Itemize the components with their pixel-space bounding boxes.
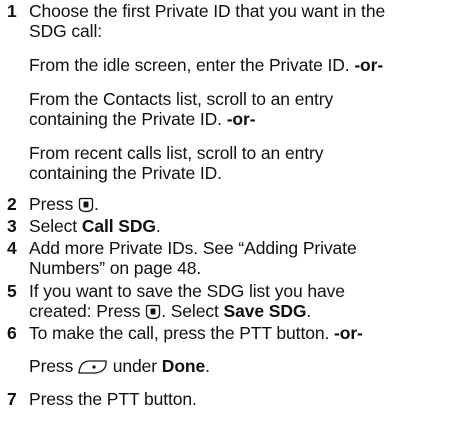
or-label: -or- (354, 55, 384, 75)
step-text: Numbers” on page 48. (29, 258, 202, 278)
step-text: Select Call SDG. (29, 216, 161, 236)
step-text: Choose the first Private ID that you wan… (29, 1, 386, 21)
substep-text: From recent calls list, scroll to an ent… (29, 143, 324, 163)
step-number: 7 (7, 389, 17, 409)
softkey-icon (78, 359, 108, 379)
step-number: 1 (7, 1, 17, 21)
or-label: -or- (334, 323, 363, 343)
substep-text: From the Contacts list, scroll to an ent… (29, 89, 334, 109)
substep-text: containing the Private ID. (29, 163, 222, 183)
step-text: created: Press . Select Save SDG. (29, 301, 311, 324)
step-number: 2 (7, 194, 17, 214)
step-text: SDG call: (29, 21, 103, 41)
step-text: To make the call, press the PTT button. … (29, 323, 363, 343)
substep-text: containing the Private ID. -or- (29, 109, 256, 129)
step-text: Press . (29, 194, 99, 217)
instruction-page: 1 Choose the first Private ID that you wa… (0, 0, 471, 429)
step-text: If you want to save the SDG list you hav… (29, 281, 345, 301)
menu-key-icon (145, 304, 161, 324)
or-label: -or- (226, 109, 256, 129)
step-number: 5 (7, 281, 17, 301)
substep-text: From the idle screen, enter the Private … (29, 55, 384, 75)
step-text: Press under Done. (29, 356, 210, 379)
step-text: Press the PTT button. (29, 389, 197, 409)
step-number: 3 (7, 216, 17, 236)
step-number: 4 (7, 238, 17, 258)
step-text: Add more Private IDs. See “Adding Privat… (29, 238, 357, 258)
step-number: 6 (7, 323, 17, 343)
menu-key-icon (78, 197, 94, 217)
